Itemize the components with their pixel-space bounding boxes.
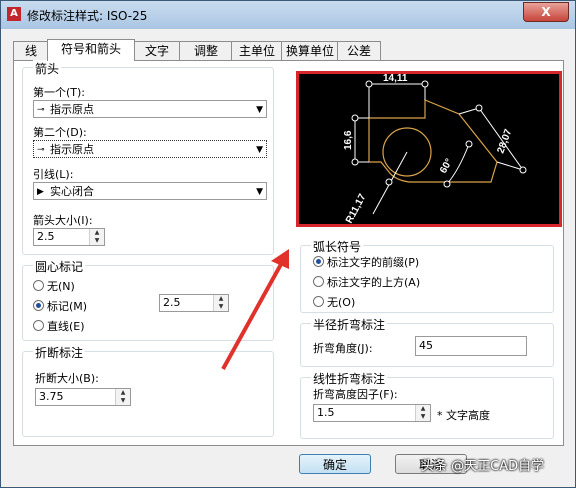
arc-length-title: 弧长符号 (311, 238, 364, 255)
dim-text-top: 14,11 (383, 74, 408, 84)
closed-filled-arrow-icon: ▶ (37, 187, 44, 197)
grip-point (443, 180, 451, 188)
arrowheads-group: 箭头 第一个(T): ⊸ 指示原点 ▼ 第二个(D): ⊸ 指示原点 ▼ 引线(… (22, 60, 274, 255)
chevron-down-icon: ▼ (256, 105, 263, 115)
first-arrow-select[interactable]: ⊸ 指示原点 ▼ (33, 100, 267, 118)
dim-text-radius: R11,17 (344, 192, 369, 224)
spinner-arrows-icon[interactable]: ▲ ▼ (115, 389, 130, 405)
tab-tolerances[interactable]: 公差 (337, 41, 381, 60)
center-mark-label: 标记(M) (47, 300, 88, 313)
arrow-size-spinner[interactable]: 2.5 ▲ ▼ (33, 228, 105, 246)
jog-height-spinner[interactable]: 1.5 ▲ ▼ (313, 404, 431, 422)
arc-none-label: 无(O) (327, 296, 356, 309)
dim-text-angle: 60° (438, 157, 455, 176)
grip-point (351, 114, 359, 122)
arc-above-radio[interactable]: 标注文字的上方(A) (313, 276, 420, 289)
jog-height-label: 折弯高度因子(F): (313, 388, 398, 401)
center-line-radio[interactable]: 直线(E) (33, 320, 85, 333)
arc-prefix-radio[interactable]: 标注文字的前缀(P) (313, 256, 419, 269)
grip-point (519, 166, 527, 174)
second-arrow-value: 指示原点 (50, 143, 94, 156)
text-height-label: * 文字高度 (437, 409, 490, 422)
tab-text[interactable]: 文字 (133, 41, 181, 60)
radio-icon (33, 320, 44, 331)
arrowheads-title: 箭头 (33, 60, 62, 77)
grip-point (465, 140, 473, 148)
tab-symbols-arrows[interactable]: 符号和箭头 (47, 39, 135, 61)
tab-lines[interactable]: 线 (13, 41, 49, 60)
leader-value: 实心闭合 (50, 185, 94, 198)
center-none-label: 无(N) (47, 280, 75, 293)
title-bar: A 修改标注样式: ISO-25 X (1, 1, 575, 29)
jog-height-value: 1.5 (317, 406, 335, 419)
linear-jog-group: 线性折弯标注 折弯高度因子(F): 1.5 ▲ ▼ * 文字高度 (300, 370, 554, 439)
grip-point (351, 158, 359, 166)
break-size-spinner[interactable]: 3.75 ▲ ▼ (35, 388, 131, 406)
arc-none-radio[interactable]: 无(O) (313, 296, 355, 309)
ok-button[interactable]: 确定 (299, 454, 371, 474)
arrow-size-label: 箭头大小(I): (33, 214, 93, 227)
spinner-arrows-icon[interactable]: ▲ ▼ (415, 405, 430, 421)
jog-angle-input[interactable]: 45 (415, 336, 527, 356)
center-mark-radio[interactable]: 标记(M) (33, 300, 87, 313)
arrow-shaft (221, 256, 287, 370)
chevron-down-icon: ▼ (256, 145, 263, 155)
preview-pane: 14,11 16,6 28,07 60° R11,17 (296, 71, 562, 227)
part-profile (368, 99, 498, 183)
radio-icon (313, 276, 324, 287)
origin-indicator-icon: ⊸ (37, 105, 45, 115)
watermark-text: 头条 @天正CAD自学 (421, 459, 545, 474)
preview-part-outline (368, 99, 498, 183)
chevron-down-icon: ▼ (256, 187, 263, 197)
grip-point (365, 80, 373, 88)
window-title: 修改标注样式: ISO-25 (27, 9, 148, 23)
tab-primary-units[interactable]: 主单位 (231, 41, 283, 60)
first-arrow-label: 第一个(T): (33, 86, 86, 99)
radio-icon (313, 296, 324, 307)
first-arrow-value: 指示原点 (50, 103, 94, 116)
close-button[interactable]: X (523, 2, 569, 22)
radio-selected-icon (313, 256, 324, 267)
radius-jog-group: 半径折弯标注 折弯角度(J): 45 (300, 316, 554, 367)
origin-indicator-icon: ⊸ (37, 145, 45, 155)
dim-text-left: 16,6 (343, 130, 354, 150)
preview-drawing: 14,11 16,6 28,07 60° R11,17 (343, 73, 527, 225)
arc-length-group: 弧长符号 标注文字的前缀(P) 标注文字的上方(A) 无(O) (300, 238, 554, 313)
ext-line-right-bottom (496, 161, 524, 171)
annotation-arrow-icon (221, 249, 289, 370)
break-size-value: 3.75 (39, 390, 64, 403)
grip-point (475, 104, 483, 112)
tab-fit[interactable]: 调整 (179, 41, 233, 60)
radio-icon (33, 280, 44, 291)
break-size-label: 折断大小(B): (35, 372, 99, 385)
radius-jog-title: 半径折弯标注 (311, 316, 388, 333)
dim-text-right: 28,07 (495, 127, 514, 155)
autocad-icon: A (7, 7, 21, 21)
second-arrow-label: 第二个(D): (33, 126, 87, 139)
center-none-radio[interactable]: 无(N) (33, 280, 75, 293)
linear-jog-title: 线性折弯标注 (311, 370, 388, 387)
dialog-window: A 修改标注样式: ISO-25 X 线 符号和箭头 文字 调整 主单位 换算单… (0, 0, 576, 488)
center-size-value: 2.5 (163, 296, 181, 309)
dim-break-title: 折断标注 (33, 344, 86, 361)
second-arrow-select[interactable]: ⊸ 指示原点 ▼ (33, 140, 267, 158)
tab-alternate-units[interactable]: 换算单位 (281, 41, 339, 60)
jog-angle-label: 折弯角度(J): (313, 342, 373, 355)
arc-prefix-label: 标注文字的前缀(P) (327, 256, 420, 269)
center-line-label: 直线(E) (47, 320, 85, 333)
leader-select[interactable]: ▶ 实心闭合 ▼ (33, 182, 267, 200)
spinner-arrows-icon[interactable]: ▲ ▼ (89, 229, 104, 245)
arrow-size-value: 2.5 (37, 230, 55, 243)
center-marks-title: 圆心标记 (33, 258, 86, 275)
grip-point (421, 80, 429, 88)
leader-label: 引线(L): (33, 168, 74, 181)
radio-selected-icon (33, 300, 44, 311)
arc-above-label: 标注文字的上方(A) (327, 276, 421, 289)
grip-point (385, 178, 393, 186)
